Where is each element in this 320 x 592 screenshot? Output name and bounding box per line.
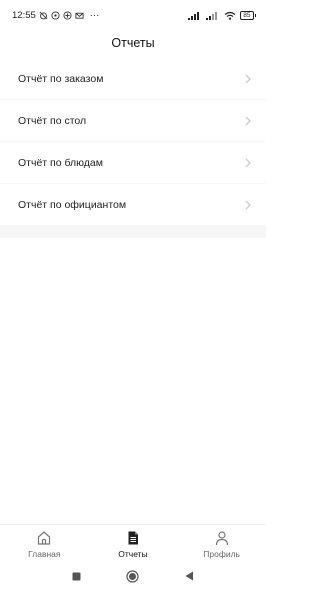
report-item-tables[interactable]: Отчёт по стол <box>0 100 266 141</box>
nav-item-reports[interactable]: Отчеты <box>89 530 177 559</box>
status-time: 12:55 <box>12 9 36 21</box>
nav-item-home[interactable]: Главная <box>0 530 88 559</box>
more-notifications: ··· <box>89 9 100 21</box>
battery-indicator: 85 <box>240 10 256 20</box>
chevron-right-icon <box>245 200 251 209</box>
report-item-dishes[interactable]: Отчёт по блюдам <box>0 142 266 183</box>
report-item-orders[interactable]: Отчёт по заказом <box>0 58 266 99</box>
status-bar: 12:55 ··· 85 <box>0 0 266 30</box>
chat-icon <box>51 10 60 20</box>
bottom-navigation: Главная Отчеты Профиль <box>0 524 266 564</box>
page-header: Отчеты <box>0 30 266 56</box>
back-triangle-icon <box>185 571 194 581</box>
nav-item-label: Отчеты <box>118 549 148 559</box>
alarm-off-icon <box>39 11 48 19</box>
nav-item-label: Главная <box>28 549 61 559</box>
report-item-label: Отчёт по блюдам <box>18 156 103 169</box>
recents-button[interactable] <box>69 569 83 583</box>
back-button[interactable] <box>183 569 197 583</box>
wifi-icon <box>224 11 236 20</box>
chevron-right-icon <box>245 74 251 83</box>
chevron-right-icon <box>245 116 251 125</box>
report-item-label: Отчёт по стол <box>18 114 87 127</box>
signal-2-icon <box>206 11 218 20</box>
system-navigation <box>0 566 266 586</box>
recents-square-icon <box>72 572 81 580</box>
list-divider <box>0 226 266 238</box>
location-icon <box>63 10 72 20</box>
chevron-right-icon <box>245 158 251 167</box>
person-icon <box>215 531 228 546</box>
mail-icon <box>75 12 84 19</box>
report-item-label: Отчёт по заказом <box>18 72 104 85</box>
reports-list: Отчёт по заказом Отчёт по стол Отчёт по … <box>0 58 266 238</box>
battery-level: 85 <box>240 10 254 20</box>
home-circle-icon <box>126 569 140 583</box>
report-item-label: Отчёт по официантом <box>18 198 127 211</box>
page-title: Отчеты <box>111 36 155 50</box>
report-item-waiters[interactable]: Отчёт по официантом <box>0 184 266 225</box>
document-icon <box>128 531 138 545</box>
home-icon <box>38 531 51 545</box>
app-screen: 12:55 ··· 85 Отчеты Отчёт по заказом Отч… <box>0 0 266 592</box>
home-system-button[interactable] <box>126 569 140 583</box>
battery-tip <box>254 13 256 17</box>
nav-item-profile[interactable]: Профиль <box>178 530 266 559</box>
signal-icon <box>188 11 200 20</box>
nav-item-label: Профиль <box>203 549 240 559</box>
